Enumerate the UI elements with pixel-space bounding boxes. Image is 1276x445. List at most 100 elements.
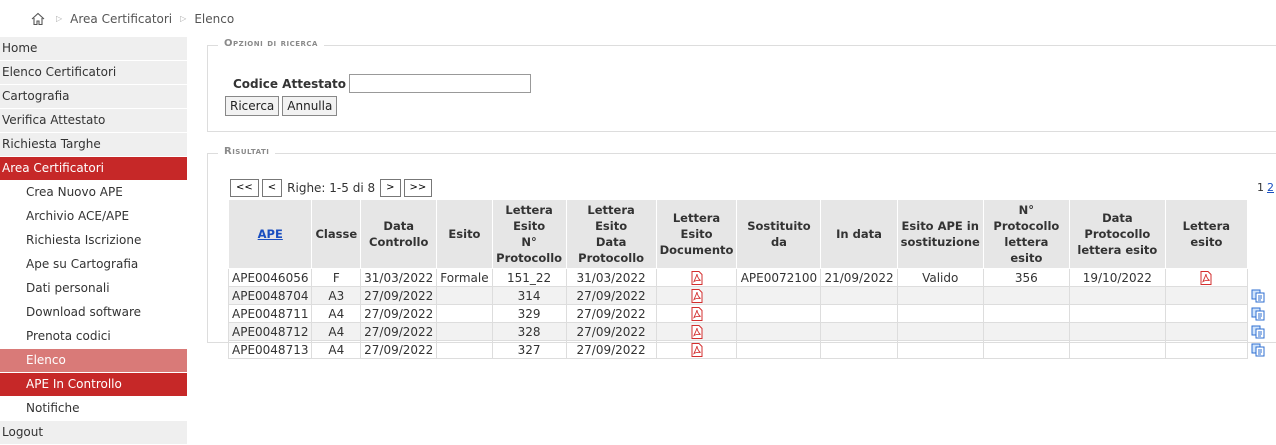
sidebar-item-dati-personali[interactable]: Dati personali — [0, 277, 187, 301]
table-row[interactable]: APE0046056 F 31/03/2022 Formale 151_22 31/03/… — [227, 268, 1269, 287]
breadcrumb-separator-icon: ▷ — [56, 14, 63, 23]
sidebar-item-ape-su-cartografia[interactable]: Ape su Cartografia — [0, 253, 187, 277]
next-page-button[interactable]: > — [380, 179, 401, 197]
search-button[interactable]: Ricerca — [225, 96, 280, 116]
cell-data-prot-lettera — [1068, 286, 1166, 305]
first-page-button[interactable]: << — [230, 179, 259, 197]
cell-data-protocollo: 27/09/2022 — [565, 322, 657, 341]
results-table: APE Classe Data Controllo Esito Lettera Esito… — [227, 199, 1269, 359]
column-header-label: N° Protocollo — [993, 203, 1060, 233]
column-header-label: In data — [836, 227, 882, 241]
cell-action — [1247, 305, 1268, 323]
cell-n-protocollo: 328 — [491, 322, 567, 341]
sidebar-item-crea-nuovo-ape[interactable]: Crea Nuovo APE — [0, 181, 187, 205]
cell-data-protocollo: 27/09/2022 — [565, 340, 657, 359]
column-header: In data — [820, 199, 898, 269]
cell-in-data — [820, 286, 898, 305]
column-header-label: lettera esito — [1004, 235, 1049, 265]
column-header-ape[interactable]: APE — [227, 199, 313, 269]
pdf-icon[interactable] — [691, 342, 703, 357]
sidebar-item-prenota-codici[interactable]: Prenota codici — [0, 325, 187, 349]
cell-n-protocollo: 329 — [491, 304, 567, 323]
cell-ape: APE0048704 — [227, 286, 313, 305]
cell-documento — [655, 268, 738, 287]
copy-icon[interactable] — [1251, 343, 1265, 357]
page-current: 1 — [1257, 181, 1264, 194]
breadcrumb-item-area-certificatori[interactable]: Area Certificatori — [70, 12, 172, 26]
table-row[interactable]: APE0048704 A3 27/09/2022 314 27/09/2022 — [227, 286, 1269, 305]
codice-attestato-input[interactable] — [349, 74, 532, 93]
cell-sostituito-da — [736, 322, 822, 341]
cell-ape: APE0046056 — [227, 268, 313, 287]
cell-ape: APE0048711 — [227, 304, 313, 323]
column-header-label: Esito APE in — [901, 219, 979, 233]
table-header-row: APE Classe Data Controllo Esito Lettera Esito… — [227, 199, 1269, 269]
sidebar-item-download-software[interactable]: Download software — [0, 301, 187, 325]
copy-icon[interactable] — [1251, 325, 1265, 339]
sidebar-item-elenco-certificatori[interactable]: Elenco Certificatori — [0, 61, 187, 85]
cell-n-prot-lettera — [982, 340, 1070, 359]
breadcrumb: ▷ Area Certificatori ▷ Elenco — [0, 0, 1276, 37]
results-panel: Risultati << < Righe: 1-5 di 8 > >> 12 A… — [207, 146, 1276, 359]
prev-page-button[interactable]: < — [261, 179, 283, 197]
pdf-icon[interactable] — [691, 306, 703, 321]
table-row[interactable]: APE0048712 A4 27/09/2022 328 27/09/2022 — [227, 322, 1269, 341]
cancel-button[interactable]: Annulla — [282, 96, 338, 116]
cell-n-protocollo: 314 — [491, 286, 567, 305]
sidebar-item-archivio-ace-ape[interactable]: Archivio ACE/APE — [0, 205, 187, 229]
cell-n-prot-lettera: 356 — [982, 268, 1070, 287]
sidebar-item-elenco[interactable]: Elenco — [0, 349, 187, 373]
column-header-label: Documento — [659, 243, 734, 257]
cell-sostituito-da — [736, 340, 822, 359]
column-header: Esito — [436, 199, 493, 269]
cell-classe: A4 — [311, 322, 362, 341]
sidebar-item-cartografia[interactable]: Cartografia — [0, 85, 187, 109]
breadcrumb-separator-icon: ▷ — [180, 14, 187, 23]
column-header: Data Controllo — [360, 199, 438, 269]
home-icon[interactable] — [30, 11, 46, 27]
table-row[interactable]: APE0048713 A4 27/09/2022 327 27/09/2022 — [227, 340, 1269, 359]
copy-icon[interactable] — [1251, 289, 1265, 303]
cell-data-controllo: 27/09/2022 — [360, 304, 438, 323]
cell-data-controllo: 27/09/2022 — [360, 322, 438, 341]
pdf-icon[interactable] — [691, 270, 703, 285]
cell-esito — [436, 322, 493, 341]
column-header-label: sostituzione — [900, 235, 980, 249]
column-header: Lettera Esito Data Protocollo — [565, 199, 657, 269]
cell-esito — [436, 286, 493, 305]
column-header-label: Data Protocollo — [1084, 211, 1151, 241]
sidebar: Home Elenco Certificatori Cartografia Ve… — [0, 37, 187, 445]
cell-sostituito-da — [736, 304, 822, 323]
cell-data-controllo: 27/09/2022 — [360, 340, 438, 359]
copy-icon[interactable] — [1251, 307, 1265, 321]
cell-data-protocollo: 27/09/2022 — [565, 304, 657, 323]
cell-data-prot-lettera — [1068, 304, 1166, 323]
cell-esito-sost — [896, 322, 984, 341]
cell-lettera-esito — [1164, 286, 1248, 305]
sidebar-item-ape-in-controllo[interactable]: APE In Controllo — [0, 373, 187, 397]
sidebar-item-logout[interactable]: Logout — [0, 421, 187, 445]
column-header-label: N° Protocollo — [496, 235, 563, 265]
cell-lettera-esito — [1164, 340, 1248, 359]
cell-esito — [436, 340, 493, 359]
cell-esito-sost — [896, 340, 984, 359]
cell-data-protocollo: 31/03/2022 — [565, 268, 657, 287]
pdf-icon[interactable] — [691, 324, 703, 339]
pdf-icon[interactable] — [1200, 270, 1212, 285]
column-header-label: Sostituito da — [747, 219, 811, 249]
column-header-label: Data — [383, 219, 414, 233]
sidebar-item-area-certificatori[interactable]: Area Certificatori — [0, 157, 187, 181]
pdf-icon[interactable] — [691, 288, 703, 303]
last-page-button[interactable]: >> — [403, 179, 433, 197]
sidebar-item-verifica-attestato[interactable]: Verifica Attestato — [0, 109, 187, 133]
cell-esito — [436, 304, 493, 323]
cell-esito-sost — [896, 286, 984, 305]
sidebar-item-richiesta-iscrizione[interactable]: Richiesta Iscrizione — [0, 229, 187, 253]
page-link-2[interactable]: 2 — [1267, 181, 1274, 194]
sidebar-item-richiesta-targhe[interactable]: Richiesta Targhe — [0, 133, 187, 157]
sidebar-item-notifiche[interactable]: Notifiche — [0, 397, 187, 421]
sidebar-item-home[interactable]: Home — [0, 37, 187, 61]
column-header: Esito APE in sostituzione — [896, 199, 984, 269]
table-row[interactable]: APE0048711 A4 27/09/2022 329 27/09/2022 — [227, 304, 1269, 323]
cell-documento — [655, 340, 738, 359]
